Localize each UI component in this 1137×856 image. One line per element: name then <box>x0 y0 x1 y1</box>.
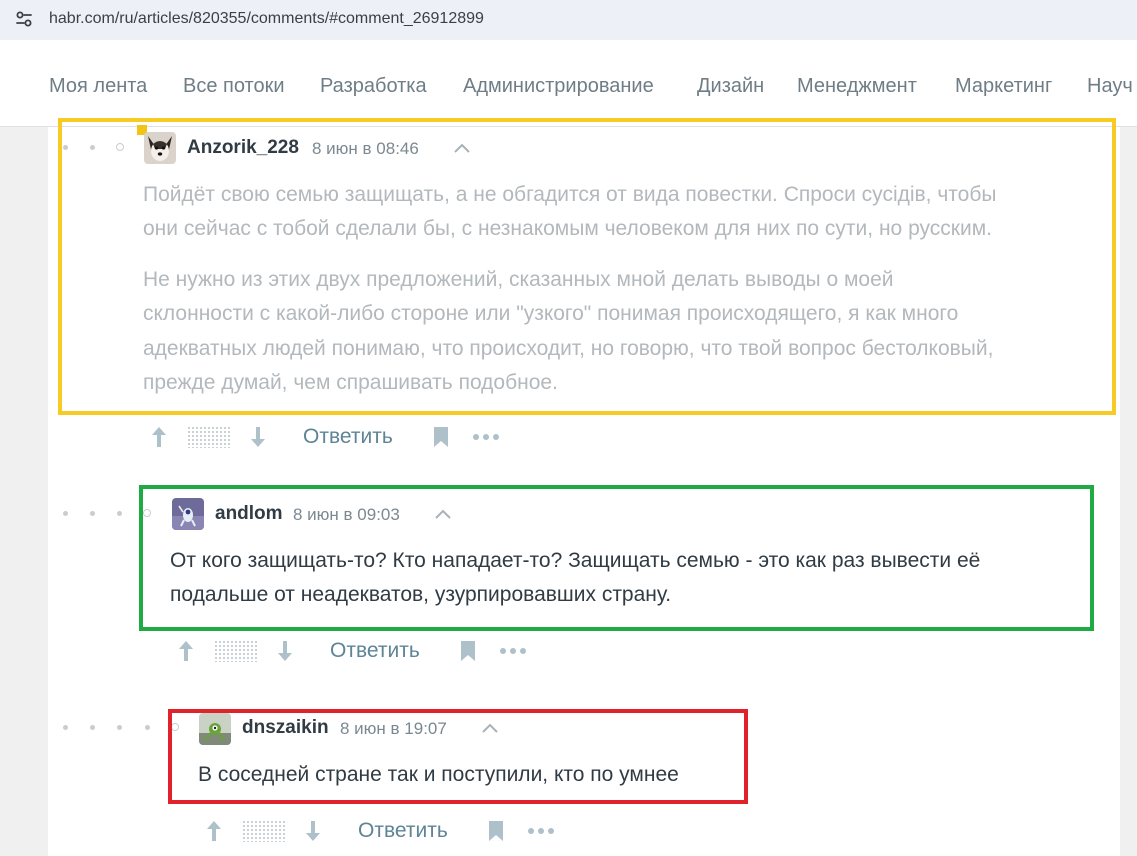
avatar[interactable] <box>172 498 204 530</box>
comment-text-line: склонности с какой-либо стороне или "узк… <box>143 302 959 325</box>
reply-button[interactable]: Ответить <box>303 425 393 449</box>
comment-text-line: они сейчас с тобой сделали бы, с незнако… <box>143 217 992 240</box>
avatar-dog-icon <box>144 132 176 164</box>
bookmark-icon[interactable] <box>459 640 477 662</box>
nav-item-science[interactable]: Науч <box>1087 75 1133 98</box>
score-hidden <box>187 426 231 448</box>
comment-text-line: В соседней стране так и поступили, кто п… <box>198 763 679 786</box>
nav-item-my-feed[interactable]: Моя лента <box>49 75 147 98</box>
chevron-up-icon[interactable] <box>481 722 499 734</box>
nav-item-management[interactable]: Менеджмент <box>797 75 917 98</box>
arrow-up-icon[interactable] <box>150 425 168 449</box>
more-dots-icon[interactable] <box>472 432 500 442</box>
comment-text-line: адекватных людей понимаю, что происходит… <box>143 337 994 360</box>
nav-item-design[interactable]: Дизайн <box>697 75 764 98</box>
avatar-creature-icon <box>199 713 231 745</box>
url-text[interactable]: habr.com/ru/articles/820355/comments/#co… <box>49 10 484 28</box>
arrow-down-icon[interactable] <box>249 425 267 449</box>
comment-text-line: подальше от неадекватов, узурпировавших … <box>170 583 672 606</box>
flows-nav: Моя лента Все потоки Разработка Админист… <box>0 48 1137 127</box>
more-dots-icon[interactable] <box>499 646 527 656</box>
comment-text-line: От кого защищать-то? Кто нападает-то? За… <box>170 549 981 572</box>
score-hidden <box>214 640 258 662</box>
reply-button[interactable]: Ответить <box>330 639 420 663</box>
more-dots-icon[interactable] <box>527 826 555 836</box>
arrow-down-icon[interactable] <box>276 639 294 663</box>
comment-text-line: прежде думай, чем спрашивать подобное. <box>143 371 558 394</box>
comment-text-line: Не нужно из этих двух предложений, сказа… <box>143 268 894 291</box>
score-hidden <box>242 820 286 842</box>
arrow-down-icon[interactable] <box>304 819 322 843</box>
comment-time[interactable]: 8 июн в 19:07 <box>340 719 447 739</box>
comment-author[interactable]: Anzorik_228 <box>187 137 299 159</box>
site-settings-icon[interactable] <box>14 9 34 29</box>
comment-author[interactable]: dnszaikin <box>242 717 329 739</box>
comment-time[interactable]: 8 июн в 09:03 <box>293 505 400 525</box>
nav-item-development[interactable]: Разработка <box>320 75 427 98</box>
reply-button[interactable]: Ответить <box>358 819 448 843</box>
chevron-up-icon[interactable] <box>434 508 452 520</box>
comment-time[interactable]: 8 июн в 08:46 <box>312 139 419 159</box>
nav-item-administration[interactable]: Администрирование <box>463 75 654 98</box>
address-bar[interactable]: habr.com/ru/articles/820355/comments/#co… <box>0 0 1137 40</box>
page-gutter-left <box>0 127 48 856</box>
avatar[interactable] <box>144 132 176 164</box>
chevron-up-icon[interactable] <box>453 142 471 154</box>
arrow-up-icon[interactable] <box>177 639 195 663</box>
nav-item-all-flows[interactable]: Все потоки <box>183 75 285 98</box>
bookmark-icon[interactable] <box>487 820 505 842</box>
bookmark-icon[interactable] <box>432 426 450 448</box>
avatar-robot-icon <box>172 498 204 530</box>
comment-text-line: Пойдёт свою семью защищать, а не обгадит… <box>143 183 997 206</box>
nav-item-marketing[interactable]: Маркетинг <box>955 75 1052 98</box>
arrow-up-icon[interactable] <box>205 819 223 843</box>
page-gutter-right <box>1120 127 1137 856</box>
comment-author[interactable]: andlom <box>215 503 283 525</box>
avatar[interactable] <box>199 713 231 745</box>
